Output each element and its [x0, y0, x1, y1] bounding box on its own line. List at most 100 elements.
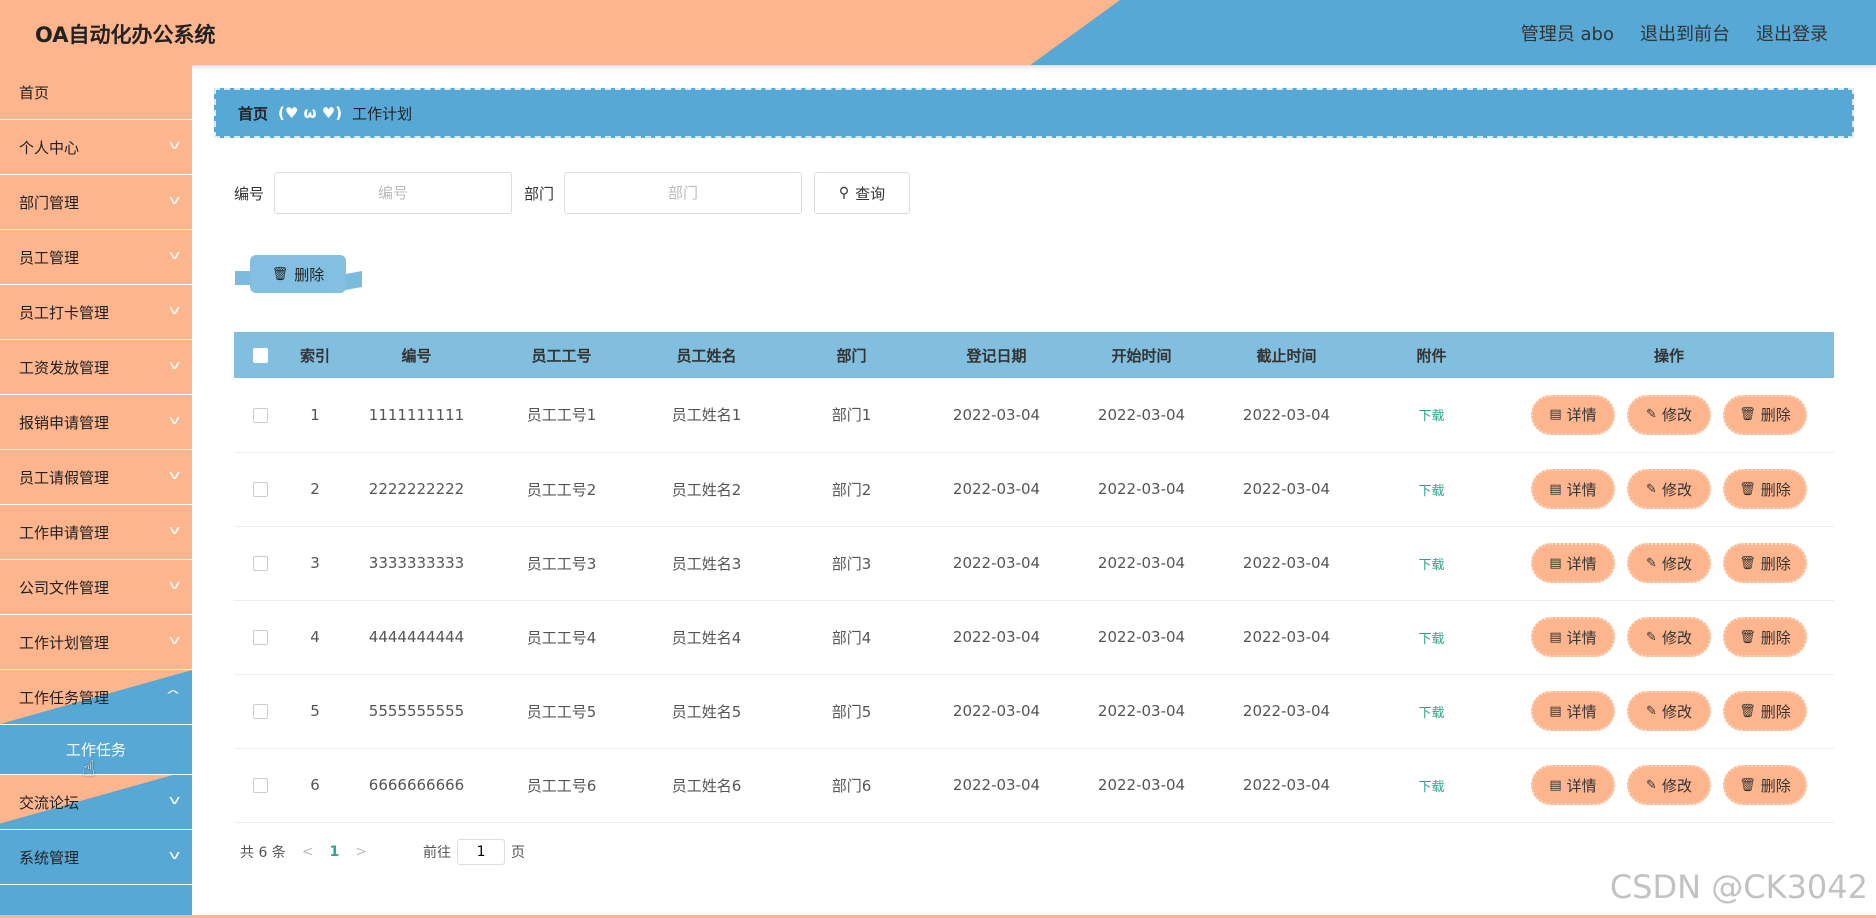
sidebar-item-leave[interactable]: 员工请假管理 v: [0, 450, 192, 505]
user-label[interactable]: 管理员 abo: [1521, 20, 1614, 46]
edit-label: 修改: [1661, 776, 1692, 795]
delete-label: 删除: [1760, 406, 1791, 425]
col-header: 开始时间: [1111, 346, 1172, 365]
sidebar-item-label: 公司文件管理: [19, 578, 110, 597]
chevron-right-icon[interactable]: >: [355, 844, 367, 860]
download-link[interactable]: 下载: [1418, 632, 1444, 647]
table-header-row: 索引 编号 员工工号 员工姓名 部门 登记日期 开始时间 截止时间 附件 操作: [234, 332, 1834, 378]
row-checkbox[interactable]: [252, 704, 268, 719]
delete-button[interactable]: 🗑 删除: [1723, 394, 1807, 435]
query-button[interactable]: ⚲ 查询: [814, 172, 911, 214]
row-checkbox[interactable]: [252, 482, 268, 497]
sidebar-item-forum[interactable]: 交流论坛 v: [0, 775, 192, 830]
row-checkbox[interactable]: [252, 630, 268, 645]
index-cell: 3: [310, 554, 320, 572]
document-icon: ▤: [1549, 555, 1562, 571]
sidebar-item-employee[interactable]: 员工管理 v: [0, 230, 192, 285]
sidebar-item-label: 工作任务管理: [19, 688, 110, 707]
detail-button[interactable]: ▤ 详情: [1531, 543, 1615, 583]
edit-button[interactable]: ✎ 修改: [1627, 691, 1711, 731]
index-cell: 5: [310, 702, 320, 720]
detail-button[interactable]: ▤ 详情: [1531, 691, 1615, 731]
download-link[interactable]: 下载: [1418, 706, 1444, 721]
download-link[interactable]: 下载: [1418, 484, 1444, 499]
batch-delete-button[interactable]: 🗑 删除: [250, 255, 346, 293]
edit-label: 修改: [1661, 406, 1692, 425]
row-checkbox[interactable]: [252, 556, 268, 571]
sidebar-item-work-task[interactable]: 工作任务管理 ^: [0, 670, 192, 725]
delete-button[interactable]: 🗑 删除: [1723, 691, 1807, 731]
trash-icon: 🗑: [1739, 703, 1756, 719]
reg-date-cell: 2022-03-04: [952, 628, 1041, 646]
emp-name-cell: 员工姓名1: [671, 406, 742, 425]
detail-label: 详情: [1566, 480, 1597, 499]
chevron-down-icon: v: [168, 248, 181, 262]
sidebar-item-files[interactable]: 公司文件管理 v: [0, 560, 192, 615]
ops-cell: ▤ 详情 ✎ 修改 🗑 删除: [1504, 378, 1834, 452]
attachment-cell: 下载: [1359, 748, 1504, 822]
select-all-checkbox[interactable]: [252, 348, 268, 363]
submenu-item-work-task[interactable]: 工作任务: [0, 725, 192, 775]
start-cell: 2022-03-04: [1097, 480, 1186, 498]
logout-link[interactable]: 退出登录: [1756, 20, 1828, 46]
document-icon: ▤: [1549, 777, 1562, 793]
sidebar-item-checkin[interactable]: 员工打卡管理 v: [0, 285, 192, 340]
id-cell: 5555555555: [368, 702, 465, 720]
pagination: 共 6 条 < 1 > 前往 页: [240, 839, 525, 865]
exit-front-link[interactable]: 退出到前台: [1640, 20, 1730, 46]
sidebar-item-reimburse[interactable]: 报销申请管理 v: [0, 395, 192, 450]
delete-button[interactable]: 🗑 删除: [1723, 617, 1807, 657]
edit-label: 修改: [1661, 480, 1692, 499]
breadcrumb-home[interactable]: 首页: [238, 103, 268, 124]
page-number[interactable]: 1: [330, 844, 340, 860]
row-checkbox[interactable]: [252, 407, 268, 423]
detail-button[interactable]: ▤ 详情: [1531, 394, 1615, 435]
col-header: 登记日期: [966, 346, 1027, 365]
emp-no-cell: 员工工号3: [526, 554, 597, 573]
sidebar-item-work-plan[interactable]: 工作计划管理 v: [0, 615, 192, 670]
sidebar-item-salary[interactable]: 工资发放管理 v: [0, 340, 192, 395]
detail-button[interactable]: ▤ 详情: [1531, 617, 1615, 657]
sidebar-item-label: 报销申请管理: [19, 413, 110, 432]
edit-label: 修改: [1661, 554, 1692, 573]
delete-button[interactable]: 🗑 删除: [1723, 543, 1807, 583]
edit-button[interactable]: ✎ 修改: [1627, 469, 1711, 509]
sidebar-item-home[interactable]: 首页: [0, 65, 192, 120]
edit-button[interactable]: ✎ 修改: [1627, 765, 1711, 805]
end-cell: 2022-03-04: [1242, 405, 1331, 424]
sidebar-item-label: 交流论坛: [19, 793, 80, 812]
row-select-cell: [234, 526, 286, 600]
trash-icon: 🗑: [1739, 777, 1756, 793]
index-cell: 2: [310, 480, 320, 498]
download-link[interactable]: 下载: [1418, 409, 1444, 424]
delete-label: 删除: [1760, 776, 1791, 795]
sidebar-item-work-apply[interactable]: 工作申请管理 v: [0, 505, 192, 560]
detail-button[interactable]: ▤ 详情: [1531, 469, 1615, 509]
chevron-left-icon[interactable]: <: [302, 844, 314, 860]
chevron-down-icon: v: [168, 468, 181, 482]
goto-label: 前往: [423, 845, 452, 861]
edit-button[interactable]: ✎ 修改: [1627, 543, 1711, 583]
sidebar-item-dept[interactable]: 部门管理 v: [0, 175, 192, 230]
edit-button[interactable]: ✎ 修改: [1627, 617, 1711, 657]
sidebar-item-system[interactable]: 系统管理 v: [0, 830, 192, 885]
sidebar-item-label: 部门管理: [19, 193, 80, 212]
sidebar-item-personal[interactable]: 个人中心 v: [0, 120, 192, 175]
delete-button[interactable]: 🗑 删除: [1723, 765, 1807, 805]
download-link[interactable]: 下载: [1418, 780, 1444, 795]
row-checkbox[interactable]: [252, 778, 268, 793]
detail-button[interactable]: ▤ 详情: [1531, 765, 1615, 805]
ops-cell: ▤ 详情 ✎ 修改 🗑 删除: [1504, 452, 1834, 526]
dept-search-input[interactable]: [564, 172, 803, 214]
emp-name-cell: 员工姓名5: [671, 702, 742, 721]
id-search-input[interactable]: [274, 172, 513, 214]
goto-page-input[interactable]: [457, 839, 506, 865]
chevron-down-icon: v: [168, 303, 181, 317]
id-label: 编号: [234, 184, 265, 203]
delete-button[interactable]: 🗑 删除: [1723, 469, 1807, 509]
row-select-cell: [234, 600, 286, 674]
edit-button[interactable]: ✎ 修改: [1627, 394, 1711, 435]
download-link[interactable]: 下载: [1418, 558, 1444, 573]
pencil-icon: ✎: [1646, 555, 1657, 571]
ops-cell: ▤ 详情 ✎ 修改 🗑 删除: [1504, 748, 1834, 822]
